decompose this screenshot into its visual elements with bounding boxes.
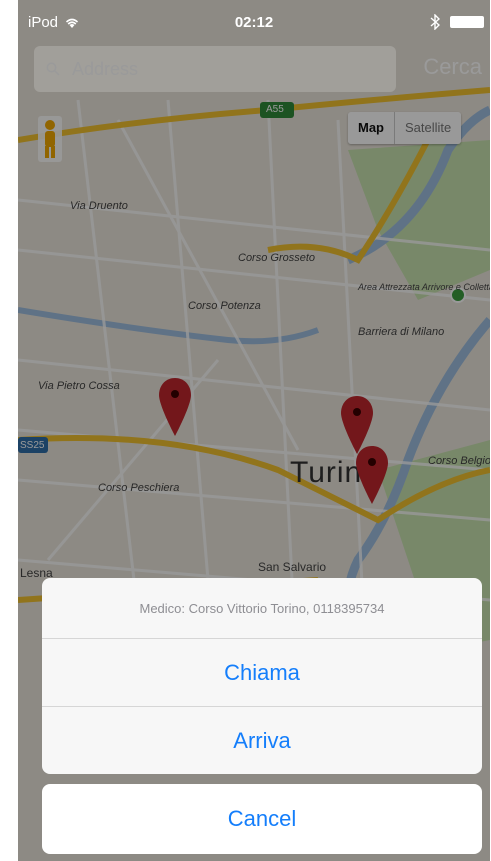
action-sheet-title: Medico: Corso Vittorio Torino, 011839573… xyxy=(42,578,482,639)
battery-icon xyxy=(450,16,484,28)
status-bar: iPod 02:12 xyxy=(18,0,490,42)
call-button[interactable]: Chiama xyxy=(42,639,482,707)
address-input[interactable] xyxy=(70,57,354,81)
search-icon xyxy=(46,62,60,76)
search-button[interactable]: Cerca xyxy=(423,54,482,80)
status-time: 02:12 xyxy=(234,14,274,31)
directions-button[interactable]: Arriva xyxy=(42,707,482,774)
search-field[interactable] xyxy=(34,46,396,92)
action-sheet: Medico: Corso Vittorio Torino, 011839573… xyxy=(42,578,482,854)
cancel-button[interactable]: Cancel xyxy=(42,784,482,854)
action-sheet-group: Medico: Corso Vittorio Torino, 011839573… xyxy=(42,578,482,774)
bluetooth-icon xyxy=(430,14,440,30)
phone-screen: Via Druento Corso Grosseto Area Attrezza… xyxy=(18,0,490,861)
search-bar: Cerca xyxy=(18,42,490,100)
